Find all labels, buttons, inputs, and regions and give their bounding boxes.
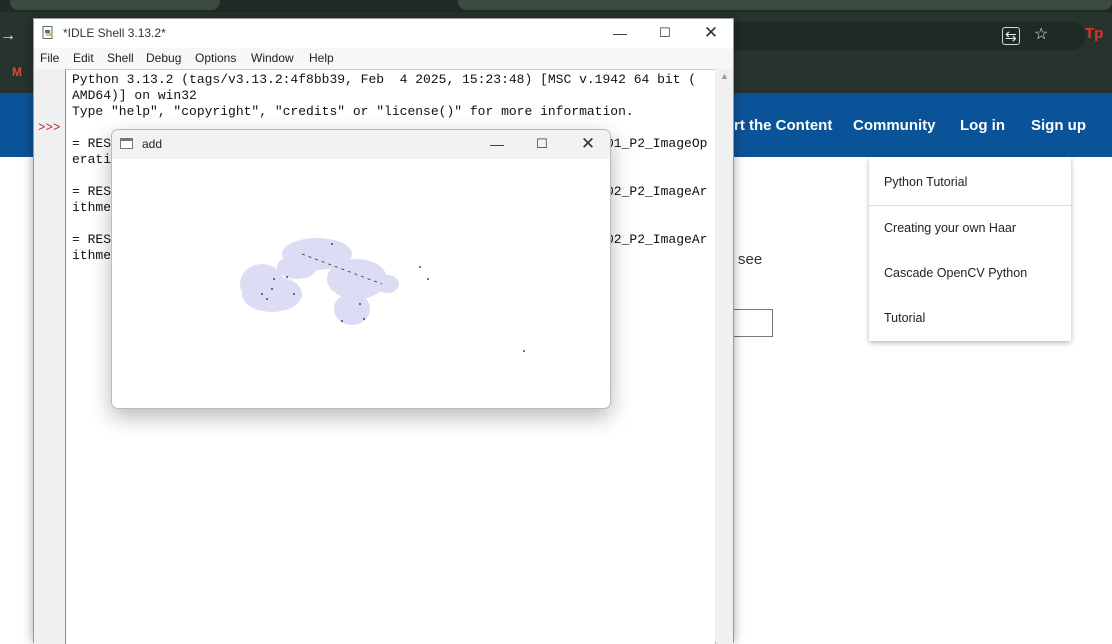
output-line-fragment: 01_P2_ImageOp xyxy=(606,136,708,151)
window-title: *IDLE Shell 3.13.2* xyxy=(63,26,166,40)
menu-shell[interactable]: Shell xyxy=(107,51,134,65)
menu-options[interactable]: Options xyxy=(195,51,236,65)
output-line: ithme xyxy=(72,200,112,215)
idle-titlebar[interactable]: *IDLE Shell 3.13.2* — ☐ ✕ xyxy=(34,19,733,48)
menu-window[interactable]: Window xyxy=(251,51,294,65)
python-file-icon xyxy=(42,26,53,39)
star-icon[interactable]: ☆ xyxy=(1034,27,1048,43)
output-line: = RES xyxy=(72,136,112,151)
shell-prompt: >>> xyxy=(38,121,61,135)
menu-bar: File Edit Shell Debug Options Window Hel… xyxy=(34,48,733,69)
output-line: Type "help", "copyright", "credits" or "… xyxy=(72,104,634,119)
nav-link-login[interactable]: Log in xyxy=(960,117,1005,134)
output-line: Python 3.13.2 (tags/v3.13.2:4f8bb39, Feb… xyxy=(72,72,697,87)
menu-edit[interactable]: Edit xyxy=(73,51,94,65)
nav-link-submit-content[interactable]: rt the Content xyxy=(734,117,832,134)
maximize-icon[interactable]: ☐ xyxy=(654,23,676,43)
vertical-scrollbar[interactable]: ▲ xyxy=(716,69,733,644)
image-display-canvas xyxy=(240,238,525,352)
output-line: erati xyxy=(72,152,112,167)
close-icon[interactable]: ✕ xyxy=(577,134,599,154)
dropdown-divider xyxy=(869,205,1071,206)
nav-link-signup[interactable]: Sign up xyxy=(1031,117,1086,134)
add-image-window: add — ☐ ✕ xyxy=(111,129,611,409)
dropdown-item-python-tutorial[interactable]: Python Tutorial xyxy=(884,175,967,189)
close-icon[interactable]: ✕ xyxy=(700,23,722,43)
menu-help[interactable]: Help xyxy=(309,51,334,65)
nav-link-community[interactable]: Community xyxy=(853,117,936,134)
output-line: ithme xyxy=(72,248,112,263)
browser-tab[interactable] xyxy=(458,0,1112,10)
dropdown-item-haar-line-1[interactable]: Creating your own Haar xyxy=(884,221,1016,235)
page-input-field[interactable] xyxy=(734,309,773,337)
output-line-fragment: 02_P2_ImageAr xyxy=(606,184,708,199)
window-app-icon xyxy=(120,138,133,149)
maximize-icon[interactable]: ☐ xyxy=(531,134,553,154)
browser-tab[interactable] xyxy=(10,0,220,10)
window-title: add xyxy=(142,137,163,151)
dropdown-item-haar-line-3[interactable]: Tutorial xyxy=(884,311,925,325)
back-arrow-icon[interactable]: → xyxy=(0,28,16,44)
page-text-fragment: see xyxy=(738,251,763,268)
scroll-up-arrow-icon[interactable]: ▲ xyxy=(720,71,729,81)
minimize-icon[interactable]: — xyxy=(486,134,508,154)
translate-icon[interactable]: ⇆ xyxy=(1002,27,1020,45)
browser-tab-strip xyxy=(0,0,1112,12)
add-window-titlebar[interactable]: add — ☐ ✕ xyxy=(112,130,610,159)
prompt-gutter xyxy=(34,69,65,644)
minimize-icon[interactable]: — xyxy=(609,23,631,43)
output-line: = RES xyxy=(72,184,112,199)
output-line: = RES xyxy=(72,232,112,247)
output-line-fragment: 02_P2_ImageAr xyxy=(606,232,708,247)
menu-debug[interactable]: Debug xyxy=(146,51,181,65)
dropdown-item-haar-line-2[interactable]: Cascade OpenCV Python xyxy=(884,266,1027,280)
menu-file[interactable]: File xyxy=(40,51,59,65)
output-line: AMD64)] on win32 xyxy=(72,88,197,103)
tutorial-dropdown-menu: Python Tutorial Creating your own Haar C… xyxy=(869,157,1071,341)
gmail-icon[interactable]: M xyxy=(12,65,22,79)
extension-tp-icon[interactable]: Tp xyxy=(1085,26,1103,42)
